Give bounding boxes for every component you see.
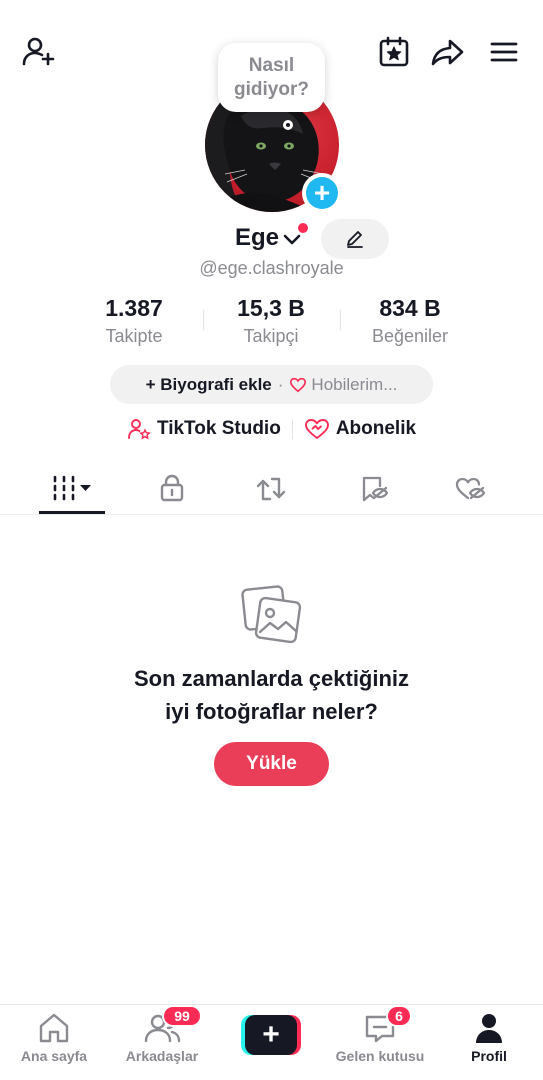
nav-inbox[interactable]: Gelen kutusu xyxy=(326,1010,434,1074)
add-story-button[interactable]: + xyxy=(302,173,342,213)
followers-stat[interactable]: 15,3 B Takipçi xyxy=(191,295,351,347)
followers-count: 15,3 B xyxy=(237,295,305,321)
bio-pill[interactable]: + Biyografi ekle · Hobilerim... xyxy=(110,365,433,404)
bio-separator: · xyxy=(277,374,284,394)
heart-hidden-icon xyxy=(455,477,486,500)
nav-profile-label: Profil xyxy=(471,1048,507,1064)
add-friend-button[interactable] xyxy=(19,32,59,72)
friends-badge: 99 xyxy=(162,1005,202,1027)
tab-private[interactable] xyxy=(139,466,205,510)
followers-label: Takipçi xyxy=(243,326,299,346)
subscription-link[interactable]: Abonelik xyxy=(304,417,416,441)
following-count: 1.387 xyxy=(105,295,163,321)
nav-friends-label: Arkadaşlar xyxy=(125,1048,199,1064)
add-user-icon xyxy=(22,37,55,66)
share-button[interactable] xyxy=(428,32,468,72)
tab-reposts[interactable] xyxy=(238,466,304,510)
upload-button[interactable]: Yükle xyxy=(214,742,329,786)
status-bubble[interactable]: Nasıl gidiyor? xyxy=(218,43,325,112)
nav-divider xyxy=(0,1004,543,1005)
share-arrow-icon xyxy=(431,39,464,66)
bubble-tail xyxy=(283,120,293,130)
subscription-label: Abonelik xyxy=(335,418,417,439)
pencil-icon xyxy=(347,231,363,248)
profile-name[interactable]: Ege xyxy=(235,224,279,252)
profile-icon xyxy=(476,1014,502,1043)
nav-home-label: Ana sayfa xyxy=(20,1048,88,1064)
subscription-heart-icon xyxy=(304,419,329,439)
nav-profile[interactable]: Profil xyxy=(435,1010,543,1074)
repost-icon xyxy=(256,477,286,501)
following-stat[interactable]: 1.387 Takipte xyxy=(54,295,214,347)
tiktok-studio-label: TikTok Studio xyxy=(156,418,281,439)
menu-button[interactable] xyxy=(484,32,524,72)
inbox-badge: 6 xyxy=(386,1005,412,1027)
hamburger-menu-icon xyxy=(490,42,518,62)
notification-dot xyxy=(298,223,308,233)
photo-icon xyxy=(241,585,302,644)
nav-home[interactable]: Ana sayfa xyxy=(0,1010,108,1074)
following-label: Takipte xyxy=(105,326,163,346)
plus-icon: + xyxy=(306,177,338,209)
add-bio-button[interactable]: + Biyografi ekle xyxy=(146,375,272,395)
calendar-star-icon xyxy=(379,36,409,67)
empty-state-title: Son zamanlarda çektiğiniz iyi fotoğrafla… xyxy=(133,666,410,724)
heart-icon xyxy=(290,377,307,392)
create-button[interactable]: + xyxy=(241,1015,301,1055)
likes-stat[interactable]: 834 B Beğeniler xyxy=(330,295,490,347)
user-star-icon xyxy=(128,419,151,440)
edit-profile-button[interactable] xyxy=(321,219,389,259)
nav-inbox-label: Gelen kutusu xyxy=(335,1048,425,1064)
likes-label: Beğeniler xyxy=(371,326,449,346)
bookmark-hidden-icon xyxy=(362,476,388,502)
tab-liked[interactable] xyxy=(438,466,504,510)
tab-favorites[interactable] xyxy=(340,466,406,510)
likes-count: 834 B xyxy=(379,295,441,321)
link-divider xyxy=(291,419,293,439)
home-icon xyxy=(39,1013,69,1043)
calendar-button[interactable] xyxy=(374,32,414,72)
profile-handle: @ege.clashroyale xyxy=(199,258,344,278)
tiktok-studio-link[interactable]: TikTok Studio xyxy=(127,417,281,441)
lock-icon xyxy=(160,474,184,502)
hobbies-button[interactable]: Hobilerim... xyxy=(311,375,397,395)
tabs-divider xyxy=(0,514,543,515)
tab-videos[interactable] xyxy=(39,466,105,510)
creator-links: TikTok Studio Abonelik xyxy=(0,415,543,443)
plus-icon: + xyxy=(245,1015,297,1055)
grid-dropdown-icon xyxy=(53,475,91,501)
